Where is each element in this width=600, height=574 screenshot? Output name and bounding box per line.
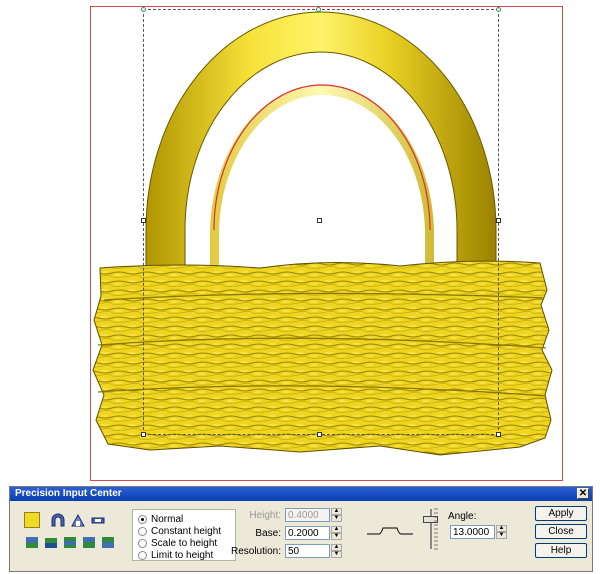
spin-up-icon[interactable]: ▲ — [331, 526, 342, 533]
height-slider[interactable] — [422, 507, 440, 551]
resolution-spinner[interactable]: ▲▼ — [285, 544, 344, 558]
center-handle[interactable] — [317, 218, 322, 223]
flat-shape-icon[interactable] — [90, 512, 106, 528]
layer-down-icon[interactable] — [43, 534, 59, 550]
dialog-titlebar[interactable]: Precision Input Center ✕ — [10, 487, 592, 501]
angle-spinner[interactable]: ▲▼ — [450, 525, 509, 539]
radio-limit-to-height[interactable]: Limit to height — [138, 549, 213, 561]
selection-handle[interactable] — [141, 432, 146, 437]
spin-up-icon[interactable]: ▲ — [331, 544, 342, 551]
radio-normal[interactable]: Normal — [138, 513, 183, 525]
radio-label: Constant height — [151, 525, 222, 537]
spin-down-icon[interactable]: ▼ — [496, 532, 507, 539]
spin-down-icon[interactable]: ▼ — [331, 551, 342, 558]
apply-button[interactable]: Apply — [535, 506, 587, 521]
close-button[interactable]: Close — [535, 524, 587, 539]
radio-constant-height[interactable]: Constant height — [138, 525, 221, 537]
height-spinner: ▲▼ — [285, 508, 344, 522]
base-spinner[interactable]: ▲▼ — [285, 526, 344, 540]
slider-track — [430, 509, 432, 549]
layer-bottom-icon[interactable] — [24, 534, 40, 550]
spin-up-icon: ▲ — [331, 508, 342, 515]
dome-shape-icon[interactable] — [70, 512, 86, 528]
base-label: Base: — [255, 528, 281, 539]
spin-up-icon[interactable]: ▲ — [496, 525, 507, 532]
selection-handle[interactable] — [141, 218, 146, 223]
radio-label: Scale to height — [151, 537, 218, 549]
dialog-title: Precision Input Center — [15, 488, 122, 499]
selection-handle[interactable] — [141, 7, 146, 12]
height-input — [285, 508, 330, 522]
resolution-input[interactable] — [285, 544, 330, 558]
radio-button[interactable] — [138, 538, 147, 548]
selection-handle[interactable] — [496, 432, 501, 437]
slider-ticks — [434, 508, 438, 550]
profile-preview-icon — [367, 527, 413, 535]
spin-down-icon[interactable]: ▼ — [331, 533, 342, 540]
color-swatch-icon[interactable] — [24, 512, 40, 528]
close-icon[interactable]: ✕ — [577, 488, 589, 499]
model-viewport[interactable] — [0, 0, 600, 482]
precision-input-center-dialog: Precision Input Center ✕ Normal Constant… — [9, 486, 593, 572]
selection-handle[interactable] — [316, 7, 321, 12]
radio-scale-to-height[interactable]: Scale to height — [138, 537, 217, 549]
angle-input[interactable] — [450, 525, 495, 539]
angle-label: Angle: — [448, 511, 477, 522]
radio-label: Normal — [151, 513, 184, 525]
height-mode-group: Normal Constant height Scale to height L… — [132, 509, 236, 561]
spin-down-icon: ▼ — [331, 515, 342, 522]
arch-shape-icon[interactable] — [50, 512, 66, 528]
selection-handle[interactable] — [496, 218, 501, 223]
layer-top-icon[interactable] — [100, 534, 116, 550]
radio-label: Limit to height — [151, 549, 214, 561]
help-button[interactable]: Help — [535, 543, 587, 558]
height-label: Height: — [249, 510, 281, 521]
radio-button[interactable] — [138, 526, 147, 536]
selection-handle[interactable] — [317, 432, 322, 437]
radio-button[interactable] — [138, 514, 147, 524]
base-input[interactable] — [285, 526, 330, 540]
layer-stack-icon[interactable] — [62, 534, 78, 550]
radio-button[interactable] — [138, 550, 147, 560]
resolution-label: Resolution: — [230, 546, 281, 557]
selection-handle[interactable] — [496, 7, 501, 12]
layer-up-icon[interactable] — [81, 534, 97, 550]
